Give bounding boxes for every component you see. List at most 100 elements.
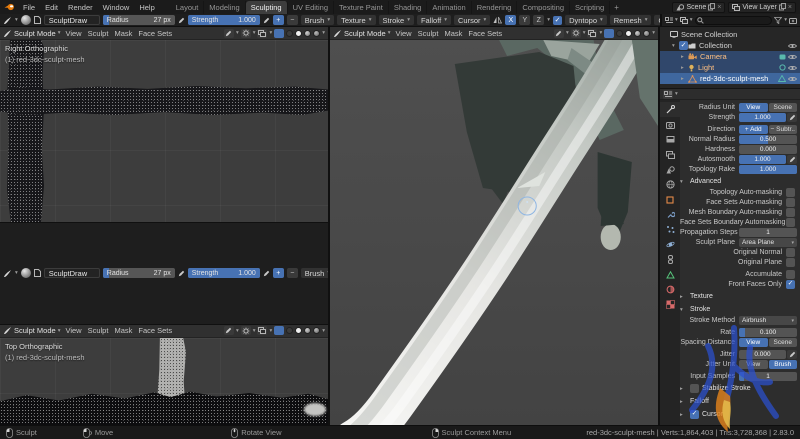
blender-logo-icon[interactable] bbox=[4, 3, 15, 11]
radius-unit-option-scene[interactable]: Scene bbox=[769, 103, 798, 112]
face-sets-boundary-automasking-checkbox[interactable] bbox=[786, 218, 795, 227]
radius-pressure-icon[interactable] bbox=[178, 17, 185, 24]
mesh-boundary-auto-masking-checkbox[interactable] bbox=[786, 208, 795, 217]
xray-toggle[interactable] bbox=[604, 29, 614, 38]
normal-radius-slider[interactable]: 0.500 bbox=[739, 135, 797, 144]
scene-selector[interactable]: Scene× bbox=[672, 2, 725, 13]
workspace-tab-texture-paint[interactable]: Texture Paint bbox=[334, 1, 389, 14]
panel-header-advanced[interactable]: ▾Advanced bbox=[680, 176, 797, 187]
properties-tab-material[interactable] bbox=[660, 282, 680, 297]
original-plane-checkbox[interactable] bbox=[786, 258, 795, 267]
strength-slider[interactable]: 1.000 bbox=[739, 113, 786, 122]
expand-arrow-icon[interactable]: ▸ bbox=[681, 65, 688, 71]
mode-selector[interactable]: Sculpt Mode▾ bbox=[3, 29, 60, 38]
menu-render[interactable]: Render bbox=[64, 2, 97, 13]
input-samples-slider[interactable]: 1 bbox=[739, 372, 797, 381]
popover-cursor[interactable]: Cursor bbox=[454, 15, 490, 25]
properties-tab-view-layer[interactable] bbox=[660, 147, 680, 162]
expand-arrow-icon[interactable]: ▸ bbox=[681, 76, 688, 82]
popover-texture[interactable]: Texture bbox=[337, 15, 375, 25]
rate-slider[interactable]: 0.100 bbox=[739, 328, 797, 337]
stroke-method-dropdown[interactable]: Airbrush bbox=[739, 316, 797, 325]
strength-pressure-button[interactable] bbox=[787, 113, 797, 122]
topology-rake-slider[interactable]: 1.000 bbox=[739, 165, 797, 174]
viewport-menu-mask[interactable]: Mask bbox=[443, 29, 463, 38]
symmetry-y-toggle[interactable]: Y bbox=[519, 15, 530, 25]
new-view-layer-icon[interactable] bbox=[779, 3, 786, 11]
direction-subtract-button[interactable]: − bbox=[287, 15, 298, 25]
workspace-tab-rendering[interactable]: Rendering bbox=[472, 1, 518, 14]
mode-selector[interactable]: Sculpt Mode▾ bbox=[3, 326, 60, 335]
viewport-menu-mask[interactable]: Mask bbox=[113, 29, 133, 38]
viewport-menu-mask[interactable]: Mask bbox=[113, 326, 133, 335]
popover-stroke[interactable]: Stroke bbox=[379, 15, 414, 25]
workspace-tab-compositing[interactable]: Compositing bbox=[517, 1, 570, 14]
panel-header-cursor[interactable]: ▸Cursor bbox=[680, 409, 797, 420]
autosmooth-slider[interactable]: 1.000 bbox=[739, 155, 786, 164]
shading-wireframe-icon[interactable] bbox=[286, 30, 293, 37]
active-tool-icon[interactable] bbox=[3, 16, 12, 25]
viewport-canvas-right-ortho[interactable]: Right Orthographic (1) red-3dc-sculpt-me… bbox=[0, 40, 328, 222]
new-scene-icon[interactable] bbox=[708, 3, 715, 11]
outliner-row-light[interactable]: ▸Light bbox=[660, 62, 800, 73]
jitter-unit-option-view[interactable]: View bbox=[739, 360, 768, 369]
menu-edit[interactable]: Edit bbox=[41, 2, 62, 13]
popover-falloff[interactable]: Falloff bbox=[417, 15, 451, 25]
properties-tab-render[interactable] bbox=[660, 117, 680, 132]
original-normal-checkbox[interactable] bbox=[786, 248, 795, 257]
brush-datablock-icon[interactable] bbox=[34, 269, 41, 277]
cursor-checkbox[interactable] bbox=[690, 410, 699, 419]
direction-add-button[interactable]: + bbox=[273, 15, 284, 25]
active-tool-icon[interactable] bbox=[3, 269, 12, 278]
properties-tab-tool[interactable] bbox=[660, 102, 680, 117]
brush-options-icon[interactable] bbox=[224, 326, 234, 335]
strength-slider[interactable]: Strength1.000 bbox=[188, 15, 260, 25]
menu-file[interactable]: File bbox=[19, 2, 39, 13]
unlink-scene-button[interactable]: × bbox=[717, 4, 721, 11]
expand-arrow-icon[interactable]: ▾ bbox=[672, 43, 679, 49]
collection-checkbox[interactable] bbox=[679, 41, 688, 50]
strength-pressure-icon[interactable] bbox=[263, 270, 270, 277]
autosmooth-pressure-button[interactable] bbox=[787, 155, 797, 164]
strength-slider[interactable]: Strength1.000 bbox=[188, 268, 260, 278]
popover-dyntopo[interactable]: Dyntopo bbox=[565, 15, 607, 25]
brush-preview-sphere[interactable] bbox=[21, 15, 31, 25]
direction-add-button[interactable]: + bbox=[273, 268, 284, 278]
accumulate-checkbox[interactable] bbox=[786, 270, 795, 279]
radius-pressure-icon[interactable] bbox=[178, 270, 185, 277]
gizmos-icon[interactable] bbox=[571, 29, 581, 38]
workspace-tab-sculpting[interactable]: Sculpting bbox=[246, 1, 288, 14]
workspace-tab-shading[interactable]: Shading bbox=[389, 1, 428, 14]
panel-header-falloff[interactable]: ▸Falloff bbox=[680, 396, 797, 407]
properties-tab-scene[interactable] bbox=[660, 162, 680, 177]
brush-preview-sphere[interactable] bbox=[21, 268, 31, 278]
gizmos-icon[interactable] bbox=[241, 326, 251, 335]
panel-header-stroke[interactable]: ▾Stroke bbox=[680, 304, 797, 315]
workspace-tab-layout[interactable]: Layout bbox=[171, 1, 205, 14]
properties-tab-object[interactable] bbox=[660, 192, 680, 207]
workspace-tab-animation[interactable]: Animation bbox=[427, 1, 471, 14]
overlays-icon[interactable] bbox=[587, 29, 597, 38]
visibility-eye-icon[interactable] bbox=[788, 76, 797, 82]
panel-header-stabilize-stroke[interactable]: ▸Stabilize Stroke bbox=[680, 383, 797, 394]
outliner-row-scene-collection[interactable]: Scene Collection bbox=[660, 29, 800, 40]
remove-view-layer-button[interactable]: × bbox=[788, 4, 792, 11]
gizmos-icon[interactable] bbox=[241, 29, 251, 38]
direction-option-subtr[interactable]: − Subtr.. bbox=[769, 125, 798, 134]
expand-arrow-icon[interactable]: ▸ bbox=[681, 54, 688, 60]
properties-tab-data[interactable] bbox=[660, 267, 680, 282]
properties-tab-physics[interactable] bbox=[660, 237, 680, 252]
brush-name-field[interactable]: SculptDraw bbox=[44, 268, 100, 278]
panel-header-texture[interactable]: ▸Texture bbox=[680, 291, 797, 302]
viewport-menu-face-sets[interactable]: Face Sets bbox=[467, 29, 503, 38]
workspace-tab-uv-editing[interactable]: UV Editing bbox=[288, 1, 334, 14]
outliner-row-camera[interactable]: ▸Camera bbox=[660, 51, 800, 62]
viewport-menu-face-sets[interactable]: Face Sets bbox=[137, 29, 173, 38]
front-faces-only-checkbox[interactable] bbox=[786, 280, 795, 289]
viewport-canvas-top-ortho[interactable]: Top Orthographic (1) red-3dc-sculpt-mesh bbox=[0, 338, 328, 426]
viewport-menu-sculpt[interactable]: Sculpt bbox=[87, 29, 110, 38]
shading-rendered-icon[interactable] bbox=[313, 30, 320, 37]
main-3d-viewport-canvas[interactable] bbox=[330, 40, 658, 425]
xray-toggle[interactable] bbox=[274, 326, 284, 335]
radius-slider[interactable]: Radius27 px bbox=[103, 268, 175, 278]
